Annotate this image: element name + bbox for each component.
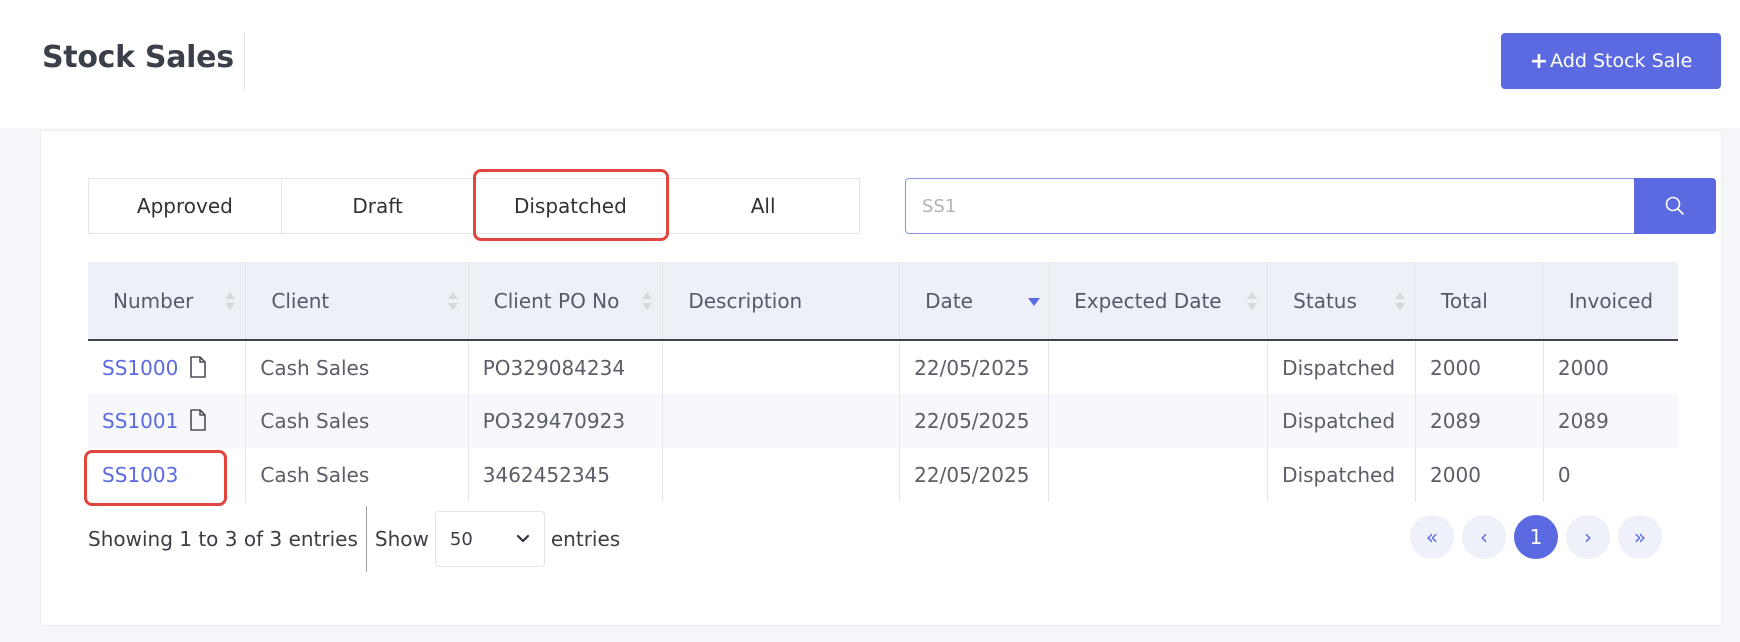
tab-approved[interactable]: Approved — [89, 179, 282, 233]
cell-date: 22/05/2025 — [899, 340, 1050, 394]
table-header-row: Number Client Client PO No Description D… — [88, 262, 1678, 341]
add-stock-sale-label: Add Stock Sale — [1550, 50, 1693, 72]
cell-client: Cash Sales — [245, 394, 469, 448]
cell-expected-date — [1048, 340, 1269, 394]
table-footer: Showing 1 to 3 of 3 entries Show 50 entr… — [88, 506, 621, 572]
cell-date: 22/05/2025 — [899, 394, 1050, 448]
sort-icon — [1247, 292, 1258, 314]
cell-status: Dispatched — [1267, 448, 1417, 502]
column-header-status[interactable]: Status — [1267, 262, 1417, 341]
column-header-total: Total — [1415, 262, 1544, 341]
cell-number: SS1001 — [88, 394, 247, 448]
next-page-button[interactable]: › — [1566, 515, 1610, 559]
page-title: Stock Sales — [42, 40, 234, 75]
column-header-client-po-no[interactable]: Client PO No — [468, 262, 664, 341]
column-header-date[interactable]: Date — [899, 262, 1050, 341]
column-header-invoiced: Invoiced — [1543, 262, 1678, 341]
cell-invoiced: 2000 — [1557, 355, 1609, 380]
page-button-current[interactable]: 1 — [1514, 515, 1558, 559]
pagination: « ‹ 1 › » — [1410, 515, 1662, 559]
entries-info: Showing 1 to 3 of 3 entries — [88, 527, 358, 551]
search-button[interactable] — [1634, 178, 1716, 234]
chevron-down-icon — [516, 534, 529, 543]
cell-client: Cash Sales — [245, 448, 469, 502]
page-header: Stock Sales + Add Stock Sale — [0, 0, 1740, 128]
cell-total: 2089 — [1415, 394, 1544, 448]
tab-draft[interactable]: Draft — [282, 179, 475, 233]
sort-desc-icon — [1028, 292, 1041, 314]
stock-sale-link[interactable]: SS1003 — [102, 463, 178, 487]
sort-icon — [642, 292, 653, 314]
cell-client-po-no: 3462452345 — [468, 448, 664, 502]
first-page-button[interactable]: « — [1410, 515, 1454, 559]
column-header-client[interactable]: Client — [245, 262, 469, 341]
status-tabs: Approved Draft Dispatched All — [88, 169, 860, 241]
show-label: Show — [374, 527, 429, 551]
sort-icon — [225, 292, 236, 314]
entries-label: entries — [550, 527, 621, 551]
page-length-select[interactable]: 50 — [434, 511, 545, 567]
cell-total: 2000 — [1415, 448, 1544, 502]
cell-status: Dispatched — [1267, 340, 1417, 394]
cell-date: 22/05/2025 — [899, 448, 1050, 502]
cell-number: SS1003 — [84, 448, 247, 506]
cell-total: 2000 — [1415, 340, 1544, 394]
cell-description — [662, 340, 901, 394]
document-icon[interactable] — [189, 409, 207, 431]
table-row: SS1000 Cash Sales PO329084234 22/05/2025… — [88, 340, 1678, 394]
cell-description — [662, 394, 901, 448]
stock-sale-link[interactable]: SS1001 — [102, 409, 178, 433]
cell-description — [662, 448, 901, 502]
cell-invoiced: 2089 — [1543, 394, 1678, 448]
table-row: SS1001 Cash Sales PO329470923 22/05/2025… — [88, 394, 1678, 448]
column-header-number[interactable]: Number — [88, 262, 247, 341]
search-bar — [905, 178, 1716, 234]
tab-all[interactable]: All — [667, 179, 859, 233]
cell-number: SS1000 — [88, 340, 247, 394]
cell-client-po-no: PO329470923 — [468, 394, 664, 448]
cell-status: Dispatched — [1267, 394, 1417, 448]
title-divider — [244, 32, 245, 90]
page-length-value: 50 — [449, 528, 473, 550]
column-header-expected-date[interactable]: Expected Date — [1048, 262, 1269, 341]
last-page-button[interactable]: » — [1618, 515, 1662, 559]
cell-expected-date — [1048, 394, 1269, 448]
cell-client: Cash Sales — [245, 340, 469, 394]
sort-icon — [447, 292, 458, 314]
add-stock-sale-button[interactable]: + Add Stock Sale — [1501, 33, 1721, 89]
document-icon[interactable] — [189, 355, 207, 378]
table-row: SS1003 Cash Sales 3462452345 22/05/2025 … — [84, 448, 1678, 506]
stock-sales-card: Approved Draft Dispatched All Number Cli… — [40, 130, 1722, 626]
cell-expected-date — [1048, 448, 1269, 502]
sort-icon — [1395, 292, 1406, 314]
search-input[interactable] — [905, 178, 1634, 234]
previous-page-button[interactable]: ‹ — [1462, 515, 1506, 559]
tab-dispatched[interactable]: Dispatched — [472, 169, 669, 241]
stock-sale-link[interactable]: SS1000 — [102, 356, 178, 380]
cell-client-po-no: PO329084234 — [468, 340, 664, 394]
column-header-description: Description — [662, 262, 901, 341]
cell-invoiced: 0 — [1557, 463, 1571, 487]
footer-divider — [365, 506, 367, 572]
plus-icon: + — [1529, 48, 1549, 74]
stock-sales-table: Number Client Client PO No Description D… — [84, 262, 1678, 506]
search-icon — [1665, 196, 1684, 215]
